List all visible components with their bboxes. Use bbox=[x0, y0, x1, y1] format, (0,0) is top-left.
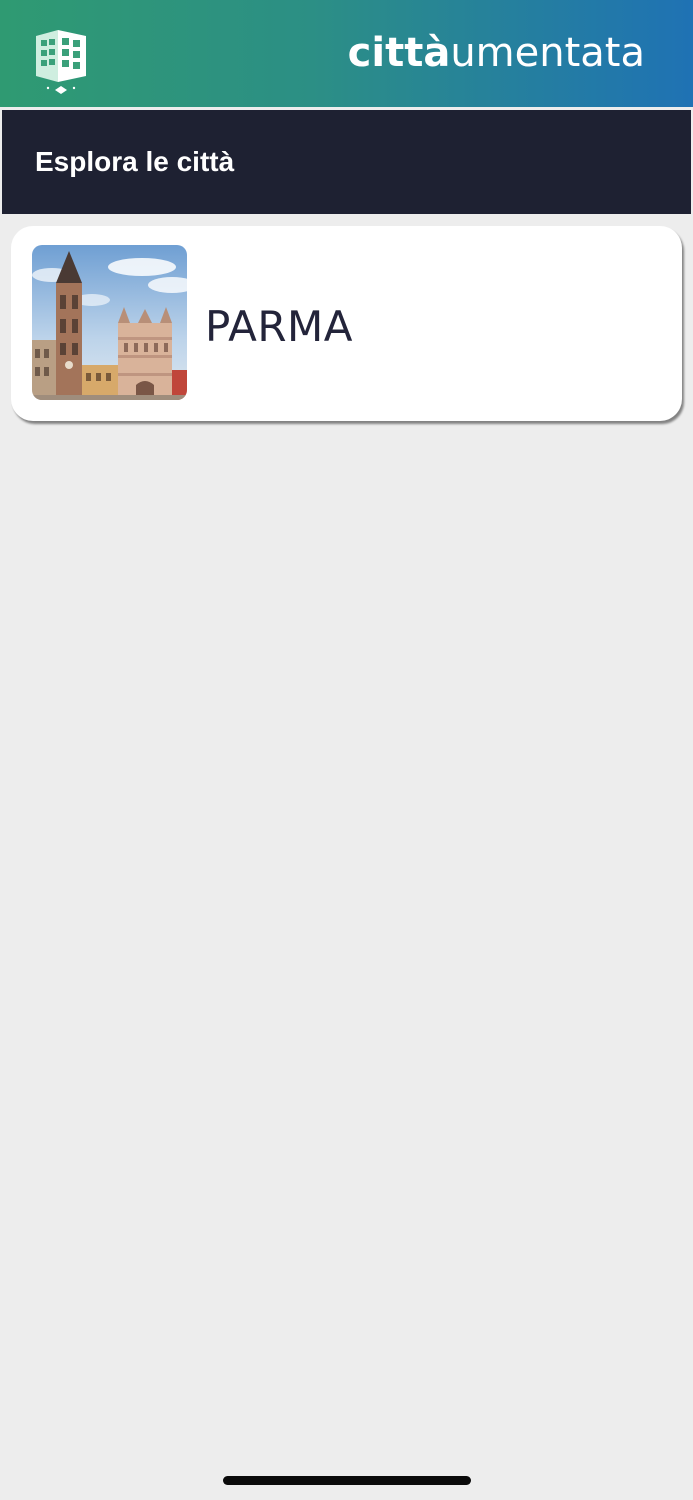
brand-title-bold: città bbox=[347, 30, 451, 76]
city-thumbnail bbox=[32, 245, 187, 400]
section-bar: Esplora le città bbox=[2, 110, 691, 214]
section-title: Esplora le città bbox=[35, 146, 235, 177]
home-indicator[interactable] bbox=[223, 1476, 471, 1485]
parma-cathedral-baptistery-photo bbox=[32, 245, 187, 400]
brand-title-light: umentata bbox=[450, 30, 645, 76]
app-header: cittàumentata bbox=[0, 0, 693, 107]
city-card-parma[interactable]: PARMA bbox=[11, 226, 682, 421]
city-name: PARMA bbox=[205, 302, 354, 351]
brand-title: cittàumentata bbox=[348, 26, 645, 80]
building-logo-icon bbox=[36, 30, 86, 94]
